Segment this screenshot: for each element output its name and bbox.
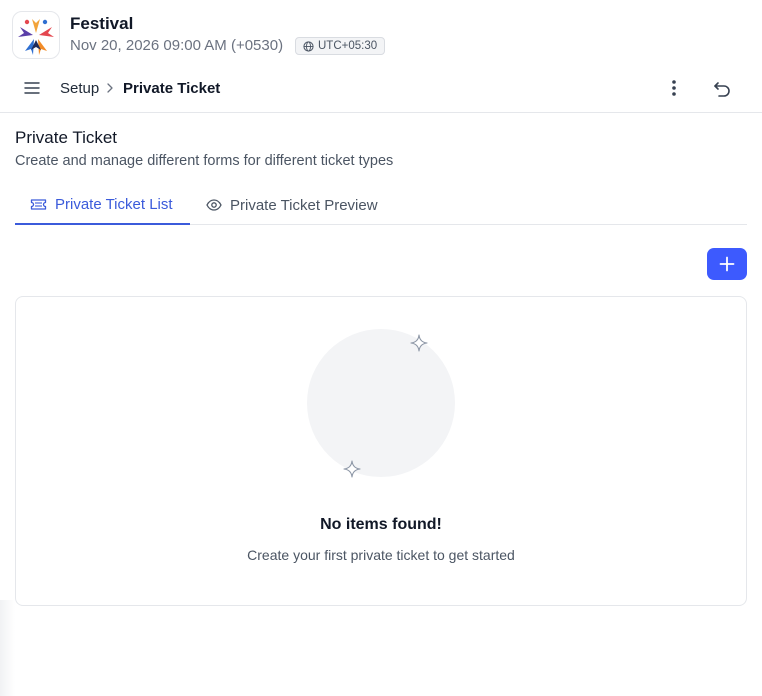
ticket-icon	[30, 198, 47, 210]
timezone-label: UTC+05:30	[318, 40, 378, 52]
add-private-ticket-button[interactable]	[707, 248, 747, 280]
sparkle-icon	[343, 460, 361, 478]
breadcrumb-bar: Setup Private Ticket	[0, 66, 762, 113]
page-title: Private Ticket	[15, 128, 118, 147]
page-edge-shadow	[0, 600, 15, 696]
empty-state-title: No items found!	[320, 516, 442, 533]
chevron-right-icon	[105, 81, 115, 100]
tab-label: Private Ticket Preview	[230, 196, 378, 214]
eye-icon	[206, 199, 222, 211]
festival-logo-icon	[18, 19, 54, 55]
globe-icon	[303, 40, 314, 52]
undo-icon[interactable]	[711, 78, 733, 100]
hamburger-menu-icon[interactable]	[24, 80, 40, 96]
page-subtitle: Create and manage different forms for di…	[15, 153, 394, 169]
timezone-badge: UTC+05:30	[295, 37, 386, 55]
app-header: Festival Nov 20, 2026 09:00 AM (+0530) U…	[0, 0, 762, 66]
festival-logo	[12, 11, 60, 59]
empty-state-card: No items found! Create your first privat…	[15, 296, 747, 606]
tab-private-ticket-preview[interactable]: Private Ticket Preview	[206, 185, 378, 225]
event-date: Nov 20, 2026 09:00 AM (+0530)	[70, 37, 284, 54]
tab-label: Private Ticket List	[55, 195, 173, 213]
breadcrumb-setup-link[interactable]: Setup	[60, 80, 99, 97]
app-title: Festival	[70, 14, 134, 33]
breadcrumb-current: Private Ticket	[123, 80, 221, 97]
more-vertical-icon[interactable]	[664, 77, 684, 99]
empty-state-description: Create your first private ticket to get …	[247, 547, 515, 563]
sparkle-icon	[410, 334, 428, 352]
empty-state-illustration	[307, 329, 455, 477]
tab-bar: Private Ticket List Private Ticket Previ…	[15, 185, 747, 225]
tab-private-ticket-list[interactable]: Private Ticket List	[15, 185, 190, 225]
plus-icon	[719, 256, 735, 272]
